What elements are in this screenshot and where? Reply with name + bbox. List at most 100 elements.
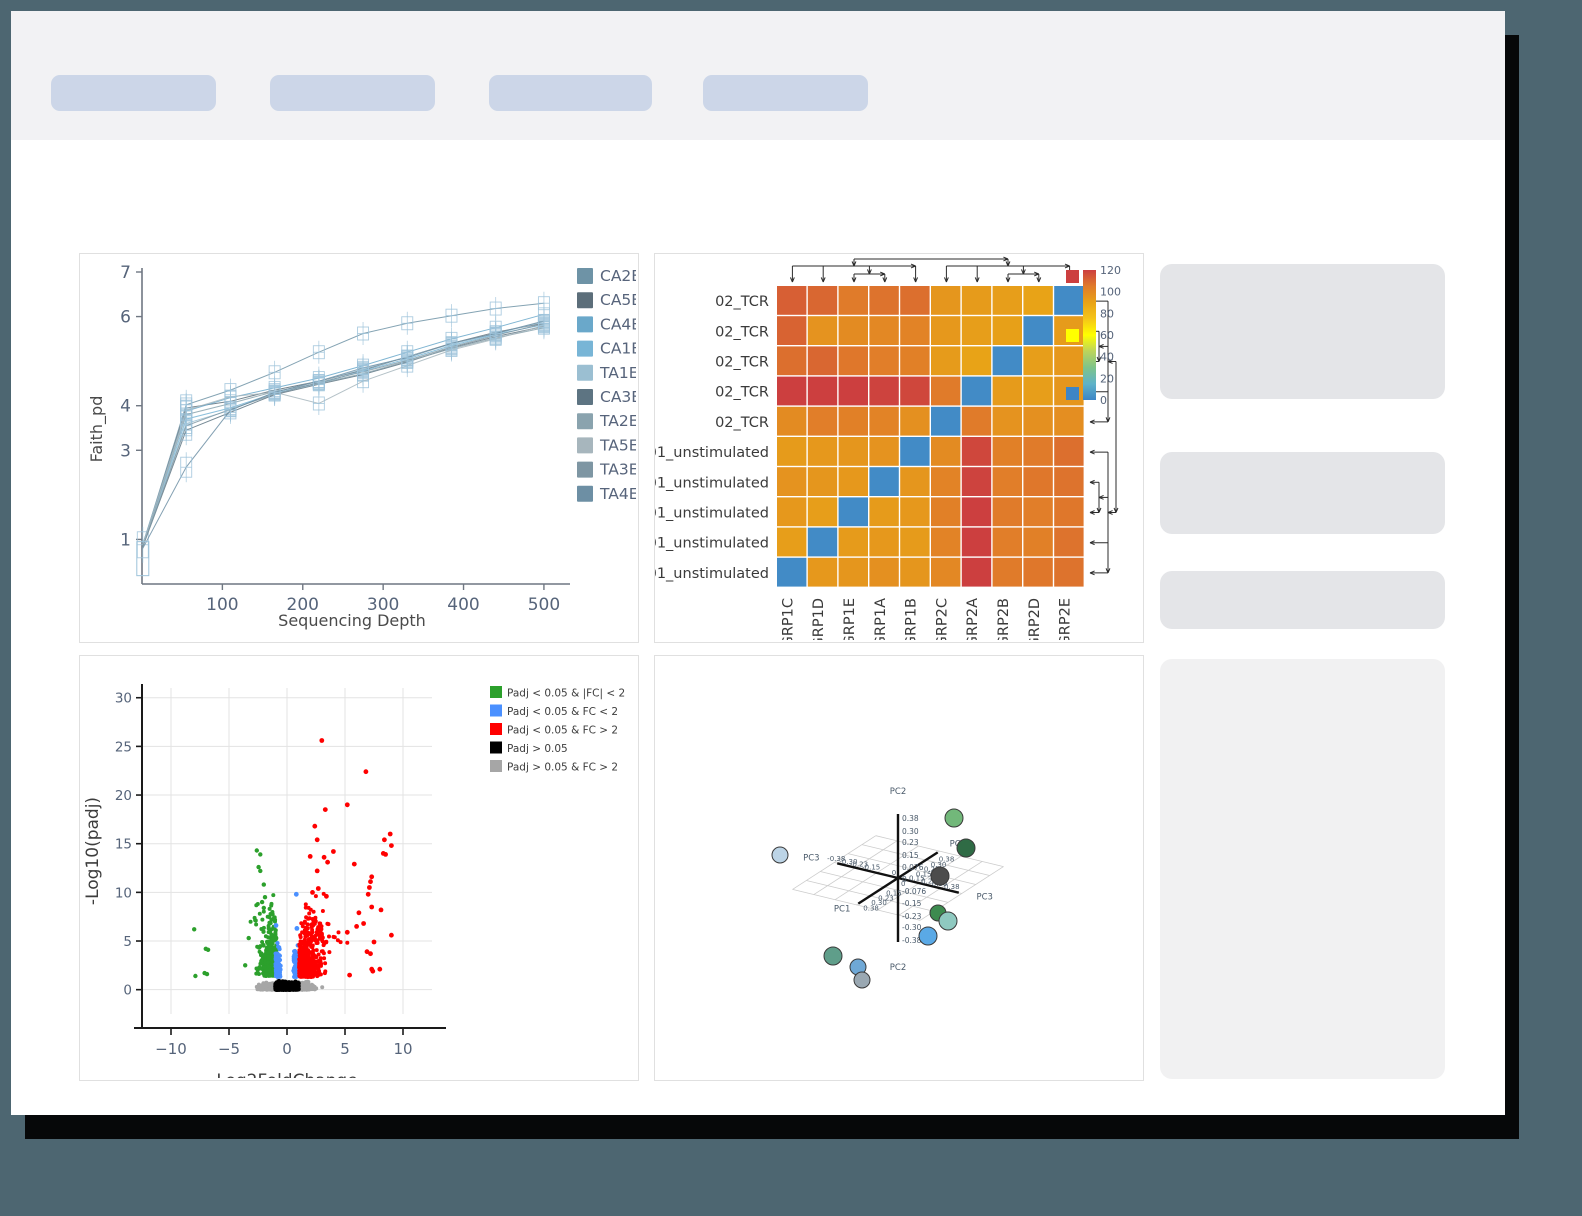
- pca-point[interactable]: [853, 971, 871, 989]
- heatmap-cell[interactable]: [777, 557, 807, 587]
- legend-item[interactable]: CA4E: [577, 315, 636, 333]
- heatmap-cell[interactable]: [931, 437, 961, 466]
- heatmap-cell[interactable]: [961, 406, 992, 436]
- heatmap-cell[interactable]: [992, 346, 1022, 376]
- heatmap-cell[interactable]: [777, 376, 807, 406]
- heatmap-cell[interactable]: [961, 286, 992, 315]
- toolbar-button-2[interactable]: [270, 75, 435, 111]
- heatmap-cell[interactable]: [1023, 346, 1053, 376]
- heatmap-cell[interactable]: [900, 557, 930, 587]
- heatmap-cell[interactable]: [961, 376, 992, 406]
- heatmap-cell[interactable]: [807, 437, 838, 466]
- heatmap-cell[interactable]: [900, 346, 930, 376]
- heatmap-cell[interactable]: [869, 497, 899, 527]
- heatmap-cell[interactable]: [961, 316, 992, 345]
- heatmap-cell[interactable]: [869, 467, 899, 496]
- heatmap-cell[interactable]: [992, 557, 1022, 587]
- heatmap-cell[interactable]: [1054, 467, 1084, 496]
- pca-point[interactable]: [944, 808, 964, 828]
- heatmap-cell[interactable]: [900, 286, 930, 315]
- heatmap-cell[interactable]: [838, 316, 868, 345]
- heatmap-cell[interactable]: [961, 346, 992, 376]
- heatmap-cell[interactable]: [992, 527, 1022, 557]
- heatmap-cell[interactable]: [931, 527, 961, 557]
- heatmap-cell[interactable]: [869, 316, 899, 345]
- heatmap-cell[interactable]: [807, 376, 838, 406]
- heatmap-cell[interactable]: [777, 467, 807, 496]
- heatmap-cell[interactable]: [869, 406, 899, 436]
- heatmap-cell[interactable]: [900, 406, 930, 436]
- sidebar-card-1[interactable]: [1160, 264, 1445, 399]
- sidebar-card-2[interactable]: [1160, 452, 1445, 534]
- sidebar-card-4[interactable]: [1160, 659, 1445, 1079]
- heatmap-cell[interactable]: [777, 346, 807, 376]
- heatmap-cell[interactable]: [838, 527, 868, 557]
- heatmap-cell[interactable]: [1054, 557, 1084, 587]
- toolbar-button-3[interactable]: [489, 75, 652, 111]
- toolbar-button-1[interactable]: [51, 75, 216, 111]
- legend-item[interactable]: TA1E: [577, 364, 636, 382]
- pca-point[interactable]: [918, 926, 938, 946]
- heatmap-cell[interactable]: [961, 527, 992, 557]
- heatmap-cell[interactable]: [1054, 527, 1084, 557]
- heatmap-cell[interactable]: [807, 497, 838, 527]
- heatmap-cell[interactable]: [1023, 316, 1053, 345]
- pca-point[interactable]: [938, 911, 958, 931]
- heatmap-cell[interactable]: [1023, 376, 1053, 406]
- heatmap-cell[interactable]: [838, 437, 868, 466]
- heatmap-cell[interactable]: [838, 467, 868, 496]
- pca-point[interactable]: [930, 866, 950, 886]
- legend-item[interactable]: TA3E: [577, 461, 636, 479]
- heatmap-cell[interactable]: [1023, 286, 1053, 315]
- heatmap-cell[interactable]: [1054, 346, 1084, 376]
- legend-item[interactable]: Padj < 0.05 & FC > 2: [490, 723, 618, 737]
- heatmap-cell[interactable]: [777, 527, 807, 557]
- heatmap-cell[interactable]: [1023, 406, 1053, 436]
- heatmap-cell[interactable]: [900, 527, 930, 557]
- heatmap-cell[interactable]: [931, 286, 961, 315]
- heatmap-cell[interactable]: [807, 467, 838, 496]
- heatmap-cell[interactable]: [838, 497, 868, 527]
- heatmap-cell[interactable]: [838, 376, 868, 406]
- heatmap-cell[interactable]: [777, 316, 807, 345]
- heatmap-cell[interactable]: [961, 467, 992, 496]
- heatmap-cell[interactable]: [869, 286, 899, 315]
- legend-item[interactable]: TA4E: [577, 485, 636, 503]
- heatmap-cell[interactable]: [931, 406, 961, 436]
- legend-item[interactable]: TA5E: [577, 436, 636, 454]
- heatmap-cell[interactable]: [869, 346, 899, 376]
- heatmap-cell[interactable]: [807, 406, 838, 436]
- toolbar-button-4[interactable]: [703, 75, 868, 111]
- heatmap-cell[interactable]: [869, 376, 899, 406]
- legend-item[interactable]: TA2E: [577, 412, 636, 430]
- heatmap-cell[interactable]: [900, 467, 930, 496]
- heatmap-cell[interactable]: [869, 557, 899, 587]
- sidebar-card-3[interactable]: [1160, 571, 1445, 629]
- heatmap-cell[interactable]: [869, 437, 899, 466]
- heatmap-cell[interactable]: [1023, 437, 1053, 466]
- heatmap-cell[interactable]: [992, 406, 1022, 436]
- legend-item[interactable]: Padj > 0.05: [490, 741, 568, 756]
- heatmap-cell[interactable]: [931, 346, 961, 376]
- heatmap-cell[interactable]: [1054, 497, 1084, 527]
- heatmap-cell[interactable]: [900, 316, 930, 345]
- pca-point[interactable]: [771, 846, 789, 864]
- heatmap-cell[interactable]: [838, 286, 868, 315]
- legend-item[interactable]: Padj > 0.05 & FC > 2: [490, 760, 618, 774]
- pca-point[interactable]: [823, 946, 843, 966]
- heatmap-cell[interactable]: [807, 346, 838, 376]
- heatmap-cell[interactable]: [807, 286, 838, 315]
- heatmap-cell[interactable]: [900, 376, 930, 406]
- pca-point[interactable]: [956, 838, 976, 858]
- heatmap-cell[interactable]: [992, 376, 1022, 406]
- heatmap-cell[interactable]: [1054, 406, 1084, 436]
- heatmap-cell[interactable]: [838, 346, 868, 376]
- heatmap-cell[interactable]: [1023, 557, 1053, 587]
- heatmap-cell[interactable]: [869, 527, 899, 557]
- legend-item[interactable]: CA1E: [577, 340, 636, 358]
- heatmap-cell[interactable]: [1023, 467, 1053, 496]
- heatmap-cell[interactable]: [1023, 527, 1053, 557]
- heatmap-cell[interactable]: [1023, 497, 1053, 527]
- heatmap-cell[interactable]: [961, 437, 992, 466]
- heatmap-cell[interactable]: [838, 557, 868, 587]
